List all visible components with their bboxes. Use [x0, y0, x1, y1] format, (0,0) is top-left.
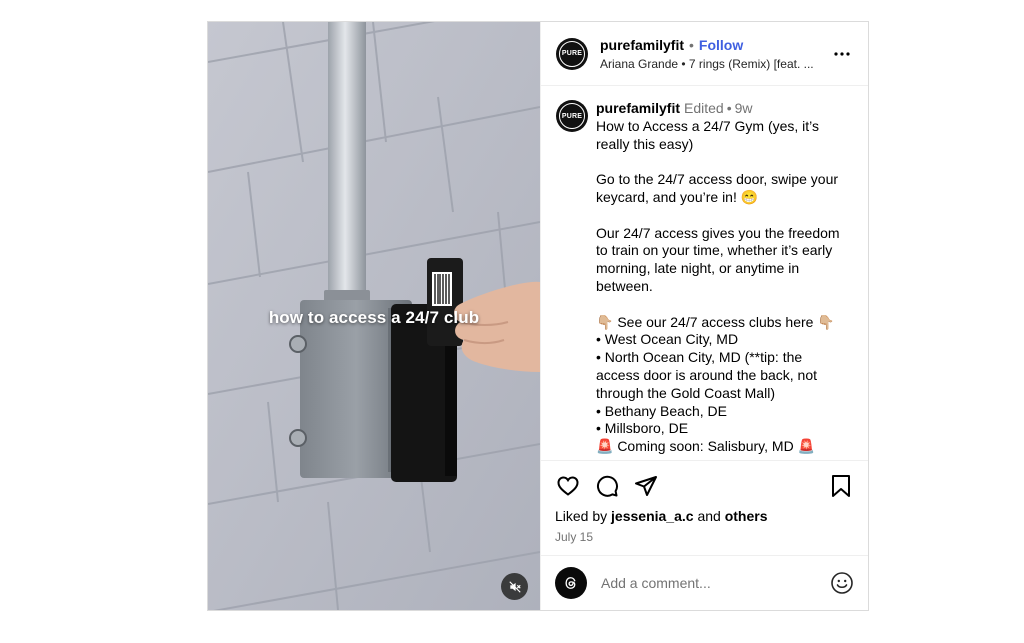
post-date[interactable]: July 15 — [555, 530, 854, 544]
caption-line-gap — [596, 296, 848, 314]
heart-icon — [557, 476, 579, 496]
add-comment-bar — [541, 555, 868, 610]
smiley-icon — [831, 572, 853, 594]
caption-avatar[interactable]: PURE — [556, 100, 588, 132]
caption-line-gap — [596, 153, 848, 171]
liked-by-and: and — [697, 508, 721, 524]
caption-text: How to Access a 24/7 Gym (yes, it’s real… — [596, 118, 848, 456]
caption-time[interactable]: 9w — [735, 100, 753, 118]
bookmark-icon — [832, 475, 850, 497]
video-overlay-text: how to access a 24/7 club — [268, 308, 480, 327]
caption-line: 👇🏼 See our 24/7 access clubs here 👇🏼 — [596, 313, 835, 330]
post-header: PURE purefamilyfit • Follow Ariana Grand… — [541, 22, 868, 86]
caption-separator: • — [726, 100, 732, 116]
comment-icon — [596, 475, 618, 497]
caption-line: • North Ocean City, MD (**tip: the acces… — [596, 349, 818, 401]
liked-by-prefix: Liked by — [555, 508, 608, 524]
share-icon — [635, 476, 657, 496]
caption-line: How to Access a 24/7 Gym (yes, it’s real… — [596, 117, 820, 152]
comment-button[interactable] — [594, 473, 620, 499]
post-actions: Liked by jessenia_a.c and others July 15 — [541, 460, 868, 555]
separator-dot: • — [689, 36, 694, 53]
current-user-avatar[interactable] — [555, 567, 587, 599]
threads-logo-icon — [565, 577, 576, 589]
follow-button[interactable]: Follow — [699, 37, 743, 53]
caption-line: Our 24/7 access gives you the freedom to… — [596, 224, 840, 294]
speaker-muted-icon — [508, 580, 521, 593]
like-button[interactable] — [555, 473, 581, 499]
audio-track[interactable]: Ariana Grande • 7 rings (Remix) [feat. .… — [600, 57, 830, 71]
comment-input[interactable] — [599, 574, 830, 592]
liked-by-others[interactable]: others — [725, 508, 768, 524]
share-button[interactable] — [633, 473, 659, 499]
edited-label: Edited — [684, 100, 724, 116]
emoji-button[interactable] — [830, 571, 854, 595]
caption-line: • Bethany Beach, DE — [596, 402, 727, 419]
pure-logo: PURE — [559, 103, 585, 129]
likes-summary: Liked by jessenia_a.c and others — [555, 508, 854, 524]
post-dialog: how to access a 24/7 club PURE purefamil… — [207, 21, 869, 611]
caption-line: Go to the 24/7 access door, swipe your k… — [596, 171, 839, 205]
header-text: purefamilyfit • Follow Ariana Grande • 7… — [600, 37, 830, 71]
pure-logo: PURE — [559, 40, 585, 67]
caption-line: • West Ocean City, MD — [596, 331, 739, 348]
post-sidebar: PURE purefamilyfit • Follow Ariana Grand… — [540, 22, 868, 610]
caption-line-gap — [596, 207, 848, 225]
save-button[interactable] — [828, 473, 854, 499]
caption-username[interactable]: purefamilyfit — [596, 100, 680, 118]
header-username[interactable]: purefamilyfit — [600, 37, 684, 53]
liked-by-user[interactable]: jessenia_a.c — [611, 508, 694, 524]
caption-body: purefamilyfit Edited • 9w How to Access … — [596, 100, 848, 460]
avatar[interactable]: PURE — [556, 37, 588, 70]
more-horizontal-icon — [834, 51, 850, 56]
comments-section: PURE purefamilyfit Edited • 9w How to Ac… — [541, 86, 868, 460]
post-video[interactable]: how to access a 24/7 club — [208, 22, 540, 610]
caption-line: 🚨 Coming soon: Salisbury, MD 🚨 — [596, 438, 816, 455]
more-options-button[interactable] — [830, 42, 854, 66]
caption-line: • Millsboro, DE — [596, 420, 689, 437]
mute-button[interactable] — [501, 573, 528, 600]
